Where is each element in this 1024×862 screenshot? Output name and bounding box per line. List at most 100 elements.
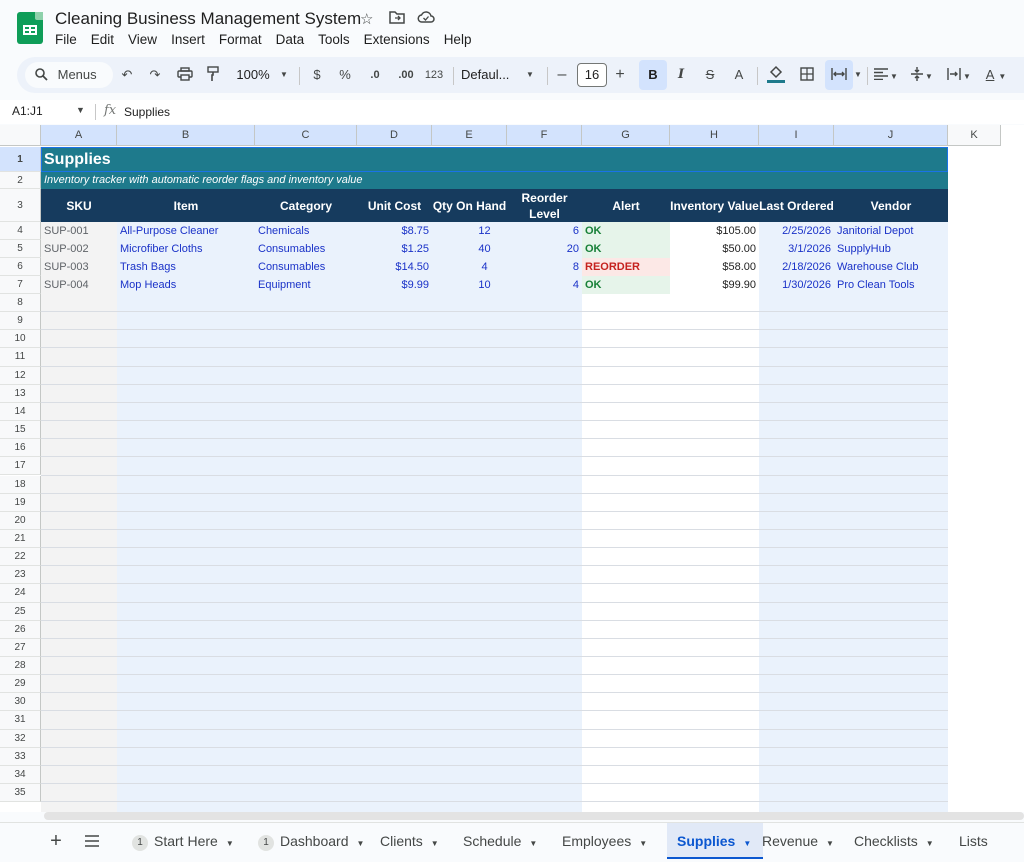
cell-value[interactable]: $105.00: [670, 222, 759, 240]
sheet-tab-employees[interactable]: Employees ▼: [560, 823, 659, 859]
cell-vendor[interactable]: SupplyHub: [834, 240, 948, 258]
cell-unit-cost[interactable]: $9.99: [357, 276, 432, 294]
cell-unit-cost[interactable]: $8.75: [357, 222, 432, 240]
tab-chevron-down-icon[interactable]: ▼: [639, 839, 647, 848]
merge-chevron-down-icon[interactable]: ▼: [853, 57, 863, 93]
cell-alert[interactable]: REORDER: [582, 258, 670, 276]
font-size-increase-button[interactable]: +: [613, 57, 627, 93]
menu-extensions[interactable]: Extensions: [357, 31, 437, 48]
redo-icon[interactable]: ↷: [145, 57, 165, 93]
cell-reorder[interactable]: 6: [507, 222, 582, 240]
row-header[interactable]: 6: [0, 258, 41, 276]
cell-qty[interactable]: 12: [432, 222, 507, 240]
font-size-input[interactable]: 16: [577, 63, 607, 87]
merge-cells-icon[interactable]: [825, 60, 853, 90]
row-header[interactable]: 25: [0, 602, 41, 621]
row-header[interactable]: 1: [0, 147, 41, 172]
cell-unit-cost[interactable]: $14.50: [357, 258, 432, 276]
row-header[interactable]: 4: [0, 222, 41, 240]
sheet-tab-start-here[interactable]: 1 Start Here ▼: [130, 823, 246, 859]
row-header[interactable]: 17: [0, 457, 41, 476]
row-header[interactable]: 24: [0, 584, 41, 603]
vertical-align-icon[interactable]: ▼: [909, 57, 935, 93]
cell-last[interactable]: 1/30/2026: [759, 276, 834, 294]
cell-value[interactable]: $58.00: [670, 258, 759, 276]
row-header[interactable]: 19: [0, 493, 41, 512]
sheet-tab-schedule[interactable]: Schedule ▼: [461, 823, 549, 859]
tab-chevron-down-icon[interactable]: ▼: [357, 839, 365, 848]
row-header[interactable]: 12: [0, 366, 41, 385]
row-header[interactable]: 8: [0, 294, 41, 313]
row-header[interactable]: 26: [0, 620, 41, 639]
column-header-i[interactable]: I: [759, 125, 834, 146]
search-menus-button[interactable]: Menus: [25, 62, 113, 88]
text-color-button[interactable]: A: [731, 57, 747, 93]
cell-reorder[interactable]: 4: [507, 276, 582, 294]
increase-decimal-button[interactable]: .00: [395, 57, 417, 93]
column-header-a[interactable]: A: [41, 125, 117, 146]
sheets-logo-icon[interactable]: [17, 12, 43, 44]
row-header[interactable]: 15: [0, 421, 41, 440]
row-header[interactable]: 28: [0, 657, 41, 676]
column-header-k[interactable]: K: [948, 125, 1001, 146]
cell-category[interactable]: Consumables: [255, 258, 357, 276]
row-header[interactable]: 21: [0, 529, 41, 549]
row-header[interactable]: 30: [0, 693, 41, 712]
row-header[interactable]: 35: [0, 784, 41, 803]
tab-chevron-down-icon[interactable]: ▼: [226, 839, 234, 848]
sheet-tab-supplies[interactable]: Supplies ▼: [667, 823, 764, 859]
row-header[interactable]: 14: [0, 402, 41, 422]
cell-vendor[interactable]: Janitorial Depot: [834, 222, 948, 240]
cell-vendor[interactable]: Warehouse Club: [834, 258, 948, 276]
cell-item[interactable]: Mop Heads: [117, 276, 255, 294]
cell-qty[interactable]: 10: [432, 276, 507, 294]
text-wrap-icon[interactable]: ▼: [945, 57, 973, 93]
tab-chevron-down-icon[interactable]: ▼: [529, 839, 537, 848]
row-header[interactable]: 2: [0, 172, 41, 189]
bold-button[interactable]: B: [639, 60, 667, 90]
name-box[interactable]: A1:J1: [12, 104, 43, 118]
menu-data[interactable]: Data: [269, 31, 312, 48]
column-header-h[interactable]: H: [670, 125, 759, 146]
menu-tools[interactable]: Tools: [311, 31, 357, 48]
cloud-status-icon[interactable]: [417, 10, 435, 28]
menu-insert[interactable]: Insert: [164, 31, 212, 48]
add-sheet-icon[interactable]: +: [48, 823, 64, 859]
currency-format-button[interactable]: $: [309, 57, 325, 93]
document-title[interactable]: Cleaning Business Management System: [55, 9, 361, 29]
sheet-tab-dashboard[interactable]: 1 Dashboard ▼: [256, 823, 376, 859]
column-header-g[interactable]: G: [582, 125, 670, 146]
cell-last[interactable]: 3/1/2026: [759, 240, 834, 258]
row-header[interactable]: 5: [0, 240, 41, 258]
row-header[interactable]: 33: [0, 747, 41, 766]
row-header[interactable]: 20: [0, 511, 41, 530]
cell-qty[interactable]: 40: [432, 240, 507, 258]
cell-sku[interactable]: SUP-001: [41, 222, 117, 240]
row-header[interactable]: 27: [0, 638, 41, 657]
cell-reorder[interactable]: 8: [507, 258, 582, 276]
row-header[interactable]: 23: [0, 566, 41, 585]
column-header-b[interactable]: B: [117, 125, 255, 146]
cell-vendor[interactable]: Pro Clean Tools: [834, 276, 948, 294]
star-icon[interactable]: ☆: [360, 10, 373, 28]
formula-input[interactable]: Supplies: [124, 105, 170, 119]
name-box-chevron-down-icon[interactable]: ▼: [76, 105, 85, 115]
row-header[interactable]: 13: [0, 384, 41, 403]
row-header[interactable]: 32: [0, 729, 41, 748]
font-select[interactable]: Defaul...: [461, 57, 529, 93]
cell-sku[interactable]: SUP-004: [41, 276, 117, 294]
decrease-decimal-button[interactable]: .0: [365, 57, 385, 93]
sheet-tab-checklists[interactable]: Checklists ▼: [852, 823, 946, 859]
move-folder-icon[interactable]: [389, 10, 405, 28]
zoom-chevron-down-icon[interactable]: ▼: [279, 57, 289, 93]
borders-icon[interactable]: [797, 57, 817, 93]
undo-icon[interactable]: ↶: [117, 57, 137, 93]
cell-sku[interactable]: SUP-003: [41, 258, 117, 276]
more-formats-button[interactable]: 123: [423, 57, 445, 93]
percent-format-button[interactable]: %: [337, 57, 353, 93]
tab-chevron-down-icon[interactable]: ▼: [743, 839, 751, 848]
tab-chevron-down-icon[interactable]: ▼: [926, 839, 934, 848]
menu-file[interactable]: File: [48, 31, 84, 48]
italic-button[interactable]: I: [673, 57, 689, 93]
cell-sku[interactable]: SUP-002: [41, 240, 117, 258]
